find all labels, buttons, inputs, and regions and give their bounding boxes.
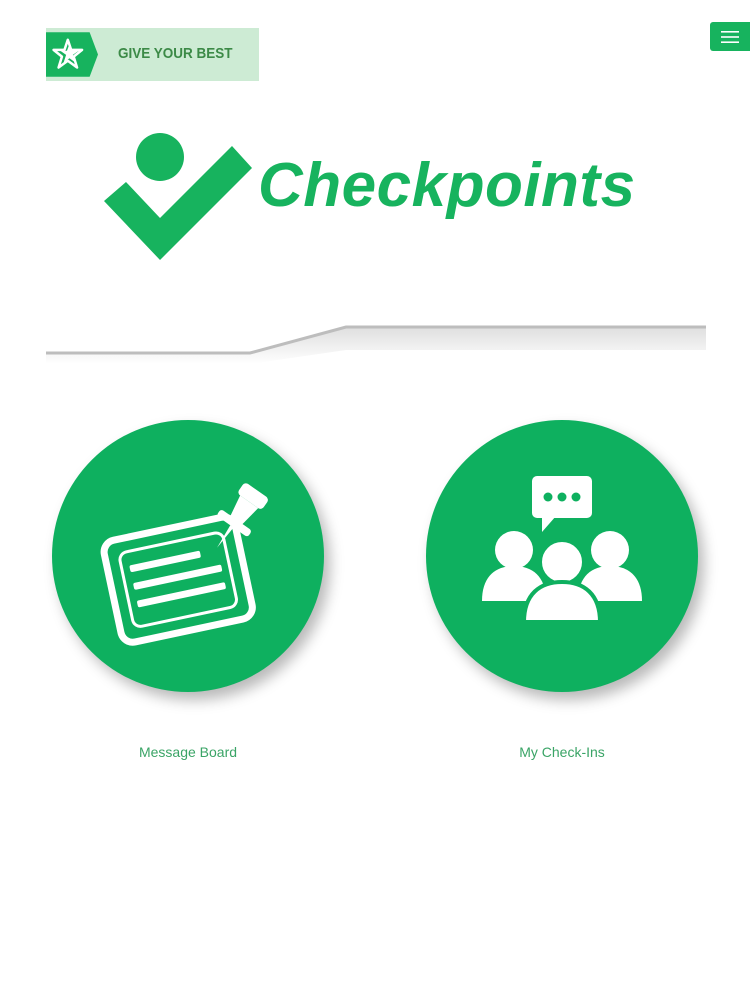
message-board-button[interactable] [52, 420, 324, 692]
pinned-note-icon [100, 483, 268, 646]
message-board-tile[interactable]: Message Board [52, 420, 328, 760]
hamburger-menu-icon [721, 30, 739, 43]
brand-tagline: GIVE YOUR BEST [118, 45, 233, 62]
star-icon [46, 32, 98, 77]
my-checkins-tile[interactable]: My Check-Ins [426, 420, 702, 760]
menu-button[interactable] [710, 22, 750, 51]
message-board-label: Message Board [138, 744, 238, 760]
my-checkins-label: My Check-Ins [519, 744, 605, 760]
my-checkins-button[interactable] [426, 420, 698, 692]
header-divider [46, 325, 706, 364]
group-chat-icon [482, 476, 642, 624]
brand-banner: GIVE YOUR BEST [46, 28, 259, 81]
app-title: Checkpoints [258, 151, 636, 220]
